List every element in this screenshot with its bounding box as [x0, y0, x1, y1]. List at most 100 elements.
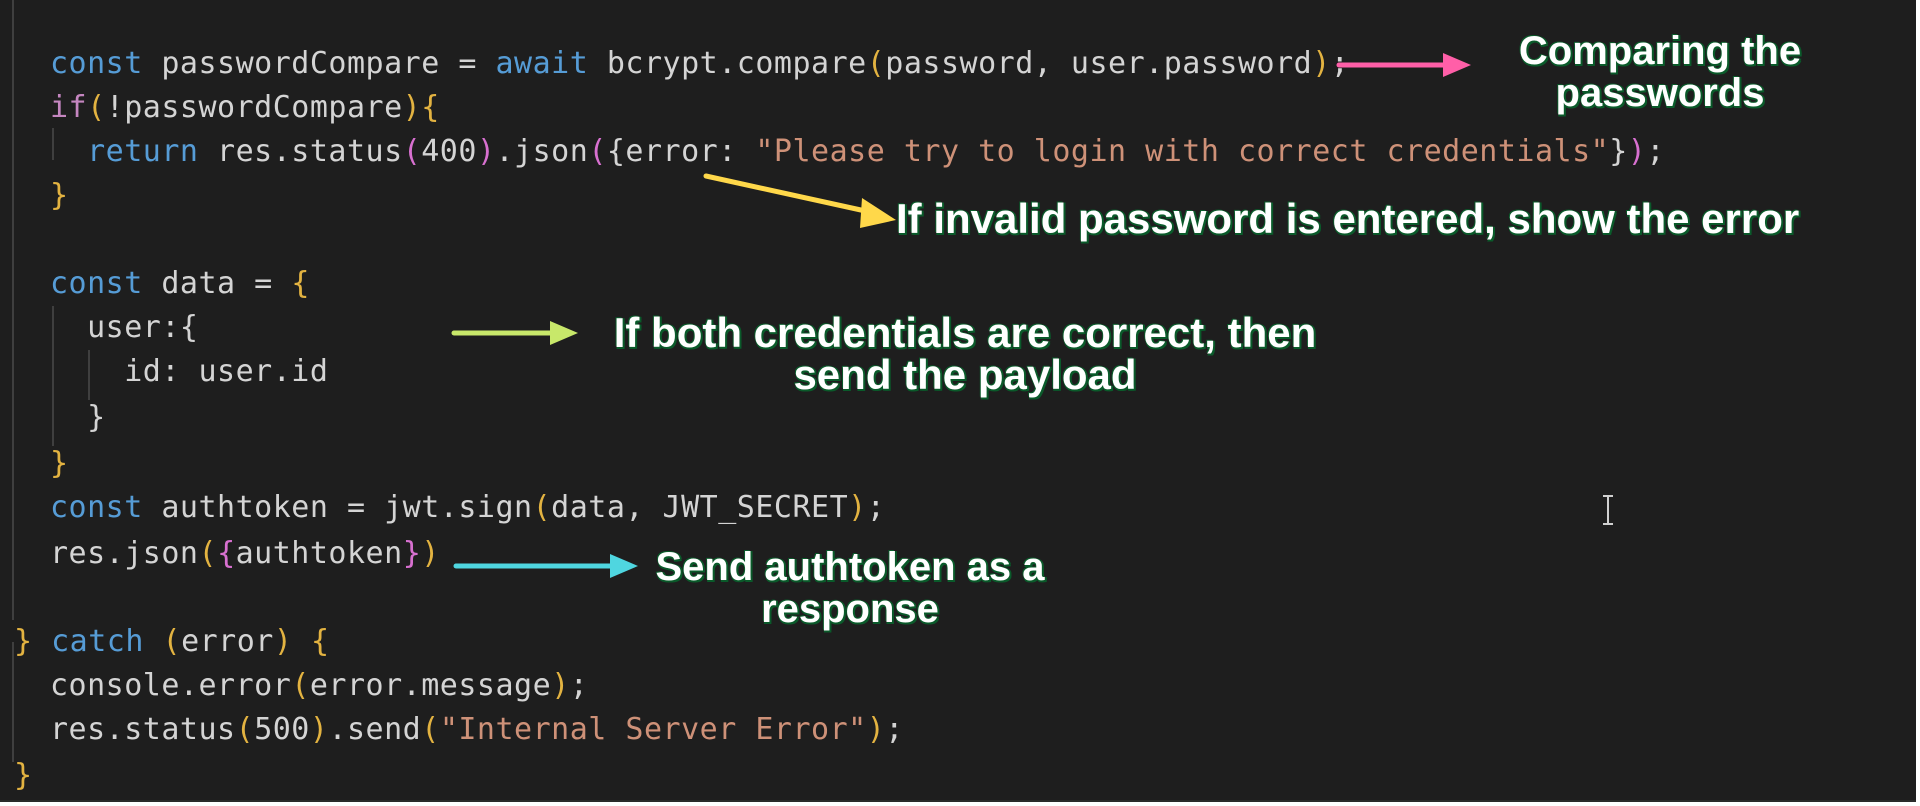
code-token: ): [402, 90, 422, 125]
annotation-comparing-line2: passwords: [1555, 71, 1765, 115]
code-token: const: [50, 46, 143, 81]
code-token: {error:: [606, 134, 756, 169]
annotation-invalid-text: If invalid password is entered, show the…: [896, 195, 1800, 242]
code-token: .json: [495, 134, 589, 169]
code-token: (: [198, 536, 218, 571]
code-line-8[interactable]: id: user.id: [50, 350, 328, 394]
code-token: }: [50, 446, 69, 481]
code-line-11[interactable]: const authtoken = jwt.sign(data, JWT_SEC…: [50, 486, 885, 530]
code-token: res.status: [50, 712, 236, 747]
code-token: (: [402, 134, 422, 169]
code-token: (: [291, 668, 310, 703]
code-token: ;: [885, 712, 904, 747]
annotation-authtoken-line1: Send authtoken as a: [655, 545, 1045, 589]
code-token: (: [421, 712, 440, 747]
code-token: }: [14, 624, 33, 659]
code-token: res.status: [198, 134, 403, 169]
text-cursor-icon: [1603, 495, 1613, 525]
annotation-payload-line1: If both credentials are correct, then: [613, 309, 1317, 356]
code-token: }: [14, 758, 33, 793]
code-token: (: [235, 712, 255, 747]
code-token: bcrypt.compare: [588, 46, 867, 81]
code-token: res.json: [50, 536, 199, 571]
code-token: const: [50, 266, 143, 301]
code-token: ): [476, 134, 496, 169]
code-token: ;: [866, 490, 886, 525]
code-token: authtoken: [235, 536, 403, 571]
annotation-payload: If both credentials are correct, then se…: [570, 312, 1360, 396]
annotation-authtoken-line2: response: [761, 587, 939, 631]
code-line-9[interactable]: }: [50, 396, 106, 440]
code-token: password, user.password: [885, 46, 1313, 81]
code-token: passwordCompare =: [142, 46, 496, 81]
code-line-14[interactable]: } catch (error) {: [14, 620, 330, 664]
code-token: await: [495, 46, 589, 81]
arrow-yellow-icon: [703, 173, 896, 228]
code-token: authtoken = jwt.sign: [142, 490, 533, 525]
code-token: data, JWT_SECRET: [551, 490, 849, 525]
annotation-comparing-line1: Comparing the: [1518, 29, 1802, 73]
code-token: ;: [1646, 134, 1665, 169]
code-token: (: [866, 46, 886, 81]
arrow-lime-icon: [451, 321, 578, 345]
code-token: ): [309, 712, 329, 747]
code-token: ;: [569, 668, 589, 703]
code-token: ): [848, 490, 867, 525]
code-line-10[interactable]: }: [50, 442, 69, 486]
code-token: ): [421, 536, 440, 571]
code-token: error.message: [309, 668, 552, 703]
code-token: {: [217, 536, 236, 571]
code-token: .send: [328, 712, 422, 747]
code-token: }: [1609, 134, 1628, 169]
annotation-payload-line2: send the payload: [793, 351, 1137, 398]
code-token: {: [421, 90, 440, 125]
code-token: (: [588, 134, 607, 169]
code-token: ): [866, 712, 886, 747]
code-token: ): [1312, 46, 1331, 81]
code-token: !passwordCompare: [105, 90, 403, 125]
code-token: (: [532, 490, 552, 525]
code-token: const: [50, 490, 143, 525]
indent-guide: [12, 0, 14, 620]
code-line-12[interactable]: res.json({authtoken}): [50, 532, 440, 576]
code-token: }: [50, 178, 69, 213]
code-token: error: [181, 624, 274, 659]
arrow-pink-icon: [1336, 53, 1471, 77]
code-token: }: [50, 400, 106, 435]
code-line-2[interactable]: if(!passwordCompare){: [50, 86, 440, 130]
code-token: ): [1627, 134, 1647, 169]
code-line-17[interactable]: }: [14, 754, 33, 798]
code-token: catch: [51, 624, 144, 659]
code-token: {: [311, 624, 330, 659]
code-token: "Please try to login with correct creden…: [755, 134, 1610, 169]
code-token: 400: [421, 134, 477, 169]
code-token: (: [162, 624, 182, 659]
code-line-16[interactable]: res.status(500).send("Internal Server Er…: [50, 708, 904, 752]
code-line-1[interactable]: const passwordCompare = await bcrypt.com…: [50, 42, 1349, 86]
code-token: (: [87, 90, 106, 125]
code-line-7[interactable]: user:{: [50, 306, 199, 350]
annotation-invalid-password: If invalid password is entered, show the…: [896, 198, 1799, 240]
code-token: }: [402, 536, 422, 571]
annotation-authtoken: Send authtoken as a response: [640, 546, 1060, 630]
code-token: "Internal Server Error": [439, 712, 867, 747]
code-line-6[interactable]: const data = {: [50, 262, 310, 306]
code-token: ): [551, 668, 570, 703]
code-token: data =: [142, 266, 292, 301]
annotation-comparing: Comparing the passwords: [1460, 30, 1860, 114]
code-token: return: [87, 134, 199, 169]
code-token: console.error: [50, 668, 292, 703]
code-line-4[interactable]: }: [50, 174, 69, 218]
code-editor[interactable]: const passwordCompare = await bcrypt.com…: [0, 0, 1916, 802]
code-token: if: [50, 90, 88, 125]
arrow-cyan-icon: [453, 554, 638, 578]
code-token: 500: [254, 712, 310, 747]
code-token: {: [291, 266, 310, 301]
code-line-15[interactable]: console.error(error.message);: [50, 664, 588, 708]
code-token: id: user.id: [50, 354, 329, 389]
code-token: ): [273, 624, 293, 659]
